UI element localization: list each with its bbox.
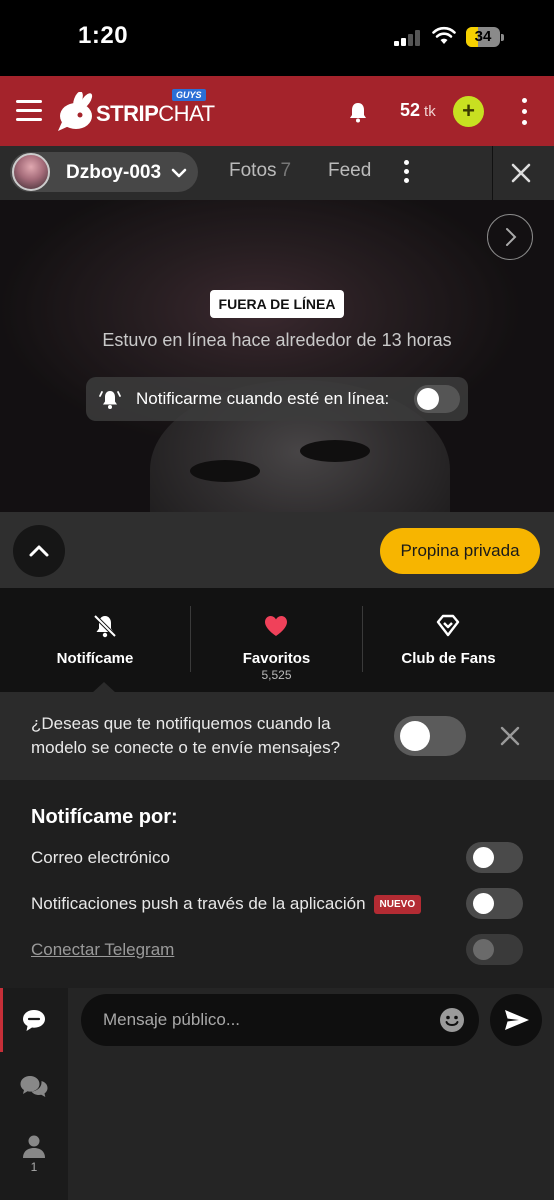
brand-logo[interactable]: STRIPCHAT GUYS [56,88,216,134]
favorites-label: Favoritos [242,650,311,667]
tab-fotos-label: Fotos [229,160,277,181]
battery-indicator: 34 [466,27,504,47]
status-badge: FUERA DE LÍNEA [210,290,344,318]
model-name: Dzboy-003 [66,162,162,183]
favorites-button[interactable]: Favoritos 5,525 [191,588,362,692]
new-badge: NUEVO [373,895,422,914]
send-button[interactable] [490,994,542,1046]
add-tokens-icon[interactable]: + [453,96,484,127]
status-bar: 1:20 34 [0,0,554,76]
send-icon [505,1010,529,1030]
chat-panel: 1 Mensaje público... [0,988,554,1200]
last-seen-text: Estuvo en línea hace alrededor de 13 hor… [102,330,452,350]
battery-level: 34 [474,28,492,45]
next-model-button[interactable] [487,214,533,260]
push-toggle[interactable] [466,888,523,919]
user-icon[interactable] [20,1132,48,1160]
token-unit: tk [424,103,436,120]
close-icon[interactable] [508,160,534,186]
brand-badge: GUYS [172,89,206,101]
bell-icon[interactable] [346,100,370,124]
chat-message-input[interactable]: Mensaje público... [81,994,479,1046]
top-navigation-bar: STRIPCHAT GUYS 52 tk + [0,76,554,146]
chat-bubbles-icon[interactable] [18,1072,50,1100]
wifi-icon [432,26,456,44]
chat-bubble-icon[interactable] [20,1006,48,1034]
collapse-button[interactable] [13,525,65,577]
bell-off-icon [93,614,117,638]
notify-prompt: ¿Deseas que te notifiquemos cuando la mo… [0,692,554,780]
tab-fotos-count: 7 [280,160,292,181]
notify-online-control[interactable]: Notificarme cuando esté en línea: [86,377,468,421]
fan-club-label: Club de Fans [401,650,496,667]
stream-preview: FUERA DE LÍNEA Estuvo en línea hace alre… [0,200,554,512]
favorites-count: 5,525 [261,668,292,682]
notify-by-section: Notifícame por: Correo electrónico Notif… [0,780,554,988]
model-selector[interactable]: Dzboy-003 [10,152,198,192]
notify-me-button[interactable]: Notifícame [0,588,190,692]
token-count: 52 [400,100,421,120]
chat-placeholder: Mensaje público... [103,1010,241,1029]
tab-feed[interactable]: Feed [328,160,371,182]
notify-prompt-toggle[interactable] [394,716,466,756]
email-option-label: Correo electrónico [31,848,170,867]
more-vertical-icon[interactable] [396,158,416,186]
notify-me-label: Notifícame [56,650,134,667]
brand-name: STRIPCHAT [96,101,215,126]
private-tip-button[interactable]: Propina privada [380,528,540,574]
notify-online-toggle[interactable] [414,385,460,413]
heart-icon [265,616,287,636]
model-navigation: Dzboy-003 Fotos 7 Feed [0,146,554,200]
notify-online-label: Notificarme cuando esté en línea: [136,389,390,408]
bunny-logo-icon [58,92,93,131]
telegram-toggle[interactable] [466,934,523,965]
push-option-label: Notificaciones push a través de la aplic… [31,894,422,914]
close-icon[interactable] [498,724,522,748]
connect-telegram-link[interactable]: Conectar Telegram [31,940,174,960]
emoji-icon[interactable] [439,1007,465,1033]
notify-prompt-text: ¿Deseas que te notifiquemos cuando la mo… [31,714,341,757]
diamond-icon [436,614,460,637]
model-actions: Notifícame Favoritos 5,525 Club de Fans [0,588,554,692]
email-toggle[interactable] [466,842,523,873]
bell-ringing-icon [99,391,121,409]
chevron-up-icon [29,545,49,557]
status-time: 1:20 [78,22,129,49]
cellular-signal-icon [394,30,420,46]
chat-sidebar: 1 [0,988,68,1200]
menu-icon[interactable] [16,100,42,122]
chevron-down-icon [171,168,187,178]
avatar [12,153,50,191]
fan-club-button[interactable]: Club de Fans [363,588,534,692]
stream-controls: Propina privada [0,512,554,588]
token-balance[interactable]: 52 tk [400,100,436,121]
more-vertical-icon[interactable] [514,98,534,126]
notify-by-title: Notifícame por: [31,806,178,828]
chevron-right-icon [506,228,517,246]
users-count: 1 [30,1160,38,1174]
tab-fotos[interactable]: Fotos 7 [229,160,291,182]
